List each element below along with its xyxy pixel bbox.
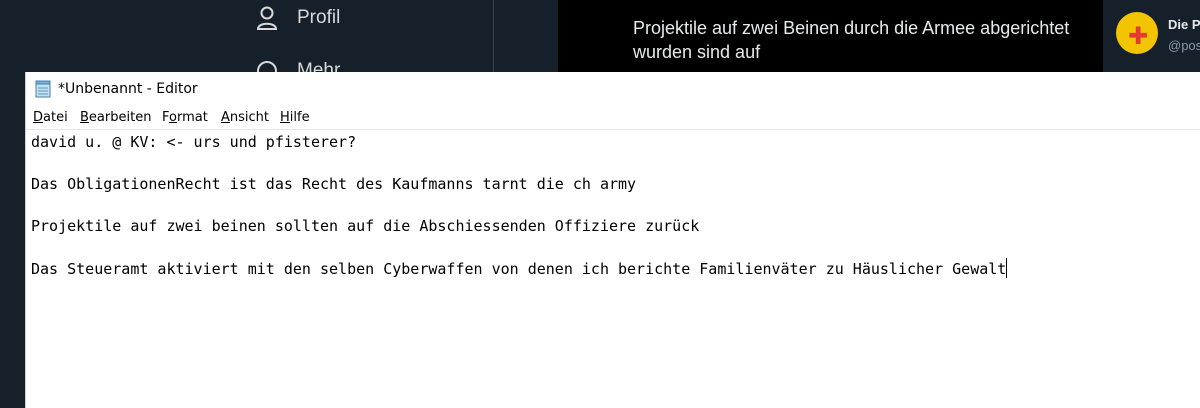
user-handle: @pos (1168, 38, 1200, 53)
tweet-tooltip: Projektile auf zwei Beinen durch die Arm… (558, 0, 1103, 72)
window-title: *Unbenannt - Editor (58, 81, 198, 97)
nav-item-profile[interactable]: Profil (256, 5, 340, 31)
editor-line-with-caret: Das Steueramt aktiviert mit den selben C… (31, 258, 1008, 278)
user-display-name: Die P (1168, 17, 1200, 32)
text-editor-area[interactable]: david u. @ KV: <- urs und pfisterer? Das… (31, 132, 1196, 408)
text-caret (1006, 258, 1008, 278)
avatar[interactable]: ✚ (1116, 12, 1158, 54)
editor-line: Das ObligationenRecht ist das Recht des … (31, 175, 637, 193)
menu-ansicht[interactable]: Ansicht (221, 110, 269, 125)
nav-item-profile-label: Profil (297, 7, 341, 28)
editor-line-text: Das Steueramt aktiviert mit den selben C… (31, 260, 1007, 278)
menu-datei[interactable]: Datei (33, 110, 68, 125)
editor-line: david u. @ KV: <- urs und pfisterer? (31, 133, 357, 151)
notepad-window: *Unbenannt - Editor Datei Bearbeiten For… (25, 72, 1200, 408)
menu-bearbeiten[interactable]: Bearbeiten (80, 110, 151, 125)
editor-line: Projektile auf zwei beinen sollten auf d… (31, 217, 700, 235)
twitter-sidebar: Profil Mehr (0, 0, 494, 81)
swiss-cross-icon: ✚ (1128, 22, 1149, 50)
tooltip-text: Projektile auf zwei Beinen durch die Arm… (633, 18, 1070, 62)
profile-icon (256, 5, 278, 31)
menu-hilfe[interactable]: Hilfe (280, 110, 310, 125)
notepad-icon (35, 80, 52, 98)
menu-format[interactable]: Format (162, 110, 208, 125)
window-titlebar[interactable]: *Unbenannt - Editor (26, 72, 1200, 106)
menu-bar: Datei Bearbeiten Format Ansicht Hilfe (26, 107, 1200, 130)
